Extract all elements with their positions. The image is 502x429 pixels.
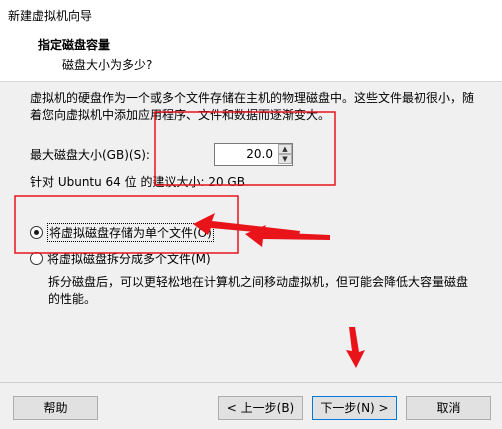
cancel-button[interactable]: 取消 [406,396,491,420]
disk-size-stepper[interactable]: 20.0 ▲ ▼ [214,143,293,166]
spin-up-icon[interactable]: ▲ [278,144,292,154]
window-title: 新建虚拟机向导 [8,9,93,23]
single-file-radio[interactable] [30,225,43,239]
multi-file-label[interactable]: 将虚拟磁盘拆分成多个文件(M) [47,250,211,267]
prev-button[interactable]: < 上一步(B) [218,396,303,420]
annotation-arrow-left-2 [245,225,330,247]
recommended-size: 针对 Ubuntu 64 位 的建议大小: 20 GB [30,175,245,189]
next-button[interactable]: 下一步(N) > [312,396,397,420]
footer-divider [0,382,502,383]
page-subtitle: 磁盘大小为多少? [62,58,153,72]
single-file-label[interactable]: 将虚拟磁盘存储为单个文件(O) [47,222,214,242]
split-description: 拆分磁盘后，可以更轻松地在计算机之间移动虚拟机，但可能会降低大容量磁盘的性能。 [48,275,469,306]
window-titlebar: 新建虚拟机向导 [0,0,502,30]
multi-file-option[interactable]: 将虚拟磁盘拆分成多个文件(M) [30,249,211,267]
page-title: 指定磁盘容量 [38,38,111,52]
multi-file-radio[interactable] [30,251,43,265]
annotation-arrow-down [346,327,365,368]
disk-description: 虚拟机的硬盘作为一个或多个文件存储在主机的物理磁盘中。这些文件最初很小，随着您向… [30,91,475,122]
disk-size-input[interactable]: 20.0 [215,144,277,165]
wizard-header: 指定磁盘容量 磁盘大小为多少? [0,30,502,82]
spin-down-icon[interactable]: ▼ [278,154,292,164]
single-file-option[interactable]: 将虚拟磁盘存储为单个文件(O) [30,222,214,242]
disk-size-label: 最大磁盘大小(GB)(S): [30,148,150,162]
help-button[interactable]: 帮助 [13,396,98,420]
